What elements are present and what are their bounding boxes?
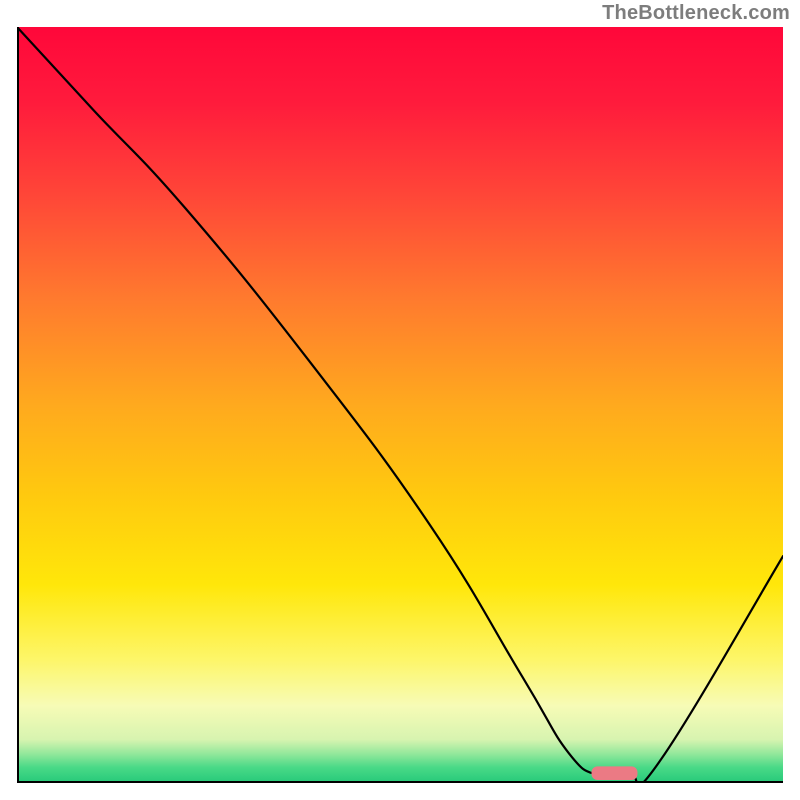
watermark-text: TheBottleneck.com [602, 2, 790, 25]
optimal-marker [592, 766, 638, 780]
bottleneck-chart [17, 27, 783, 783]
plot-background [19, 27, 783, 781]
chart-container: TheBottleneck.com [0, 0, 800, 800]
